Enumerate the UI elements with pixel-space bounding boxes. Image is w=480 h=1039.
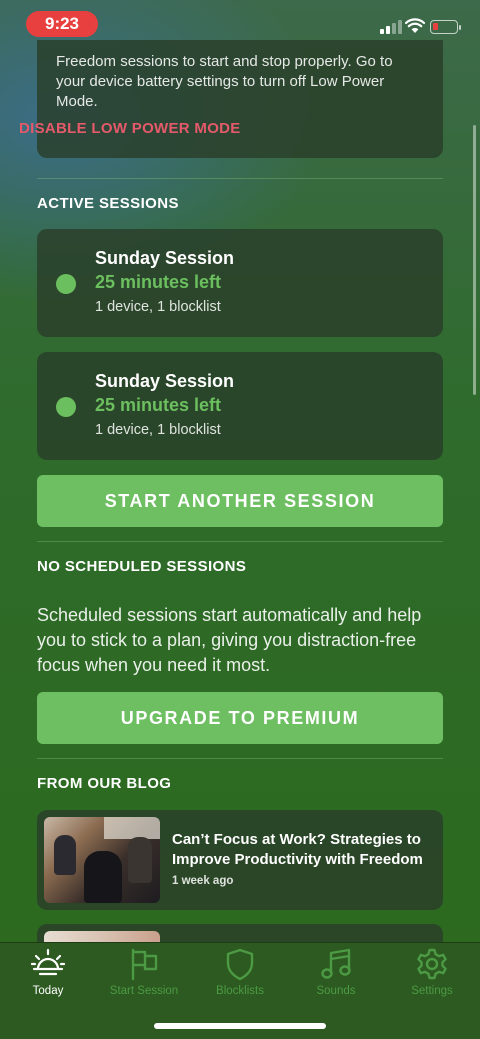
tab-label: Today [32, 985, 64, 997]
session-card[interactable]: Sunday Session 25 minutes left 1 device,… [37, 352, 443, 460]
session-active-indicator [56, 397, 76, 417]
session-meta: 1 device, 1 blocklist [95, 299, 221, 315]
shield-icon [226, 948, 254, 981]
blog-post-date: 1 week ago [172, 875, 234, 887]
tab-label: Sounds [316, 985, 356, 997]
session-name: Sunday Session [95, 248, 235, 268]
blog-post-card[interactable]: Can’t Focus at Work? Strategies to Impro… [37, 810, 443, 910]
tab-sounds[interactable]: Sounds [288, 947, 384, 997]
upgrade-to-premium-button[interactable]: UPGRADE TO PREMIUM [37, 692, 443, 744]
session-time-left: 25 minutes left [95, 272, 222, 292]
home-indicator[interactable] [154, 1023, 326, 1029]
divider [37, 541, 443, 542]
scheduled-sessions-description: Scheduled sessions start automatically a… [37, 605, 422, 675]
session-meta: 1 device, 1 blocklist [95, 422, 221, 438]
tab-label: Settings [411, 985, 453, 997]
divider [37, 178, 443, 179]
tab-blocklists[interactable]: Blocklists [192, 947, 288, 997]
scheduled-sessions-title: NO SCHEDULED SESSIONS [37, 558, 247, 575]
scrollbar[interactable] [473, 125, 476, 395]
cellular-signal-icon [380, 20, 402, 34]
low-power-warning-card: Freedom sessions to start and stop prope… [37, 40, 443, 158]
tab-label: Blocklists [216, 985, 264, 997]
music-note-icon [321, 948, 351, 979]
session-time-left: 25 minutes left [95, 395, 222, 415]
session-card[interactable]: Sunday Session 25 minutes left 1 device,… [37, 229, 443, 337]
blog-post-title: Can’t Focus at Work? Strategies to Impro… [172, 831, 423, 868]
battery-icon [430, 20, 461, 34]
tab-settings[interactable]: Settings [384, 947, 480, 997]
blog-post-thumbnail [44, 817, 160, 903]
divider [37, 758, 443, 759]
start-another-session-button[interactable]: START ANOTHER SESSION [37, 475, 443, 527]
blog-section-title: FROM OUR BLOG [37, 775, 172, 792]
battery-level [433, 23, 438, 30]
wifi-icon [405, 18, 425, 33]
low-power-warning-text: Freedom sessions to start and stop prope… [56, 53, 393, 110]
session-name: Sunday Session [95, 371, 235, 391]
gear-icon [417, 948, 447, 980]
session-active-indicator [56, 274, 76, 294]
status-time: 9:23 [26, 11, 98, 37]
tab-start-session[interactable]: Start Session [96, 947, 192, 997]
flag-icon [131, 948, 158, 981]
sunrise-icon [31, 948, 65, 976]
tab-label: Start Session [109, 985, 179, 997]
active-sessions-title: ACTIVE SESSIONS [37, 195, 179, 212]
tab-today[interactable]: Today [0, 947, 96, 997]
disable-low-power-mode-link[interactable]: DISABLE LOW POWER MODE [19, 120, 241, 137]
